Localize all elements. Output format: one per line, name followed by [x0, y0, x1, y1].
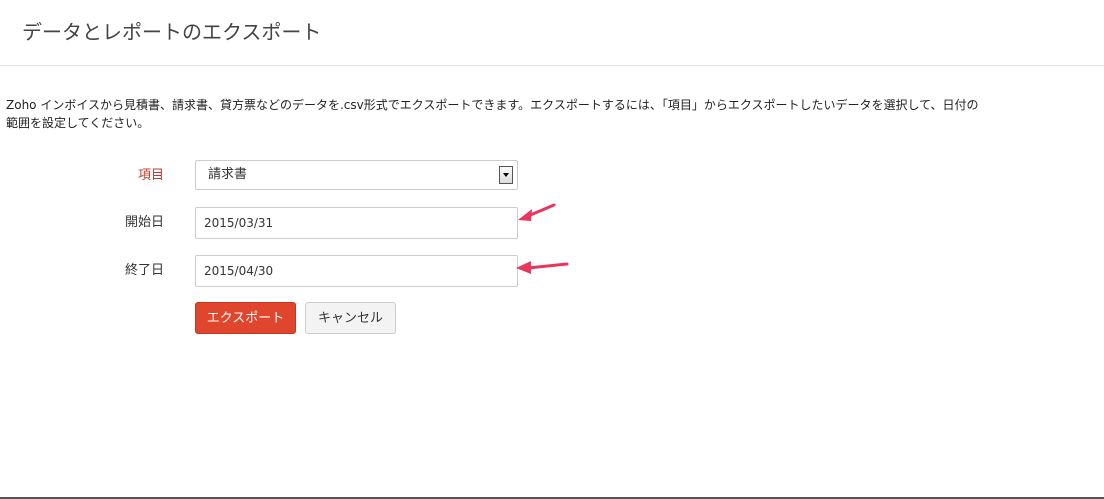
start-date-row: 開始日	[0, 203, 1104, 239]
description-line-2: 範囲を設定してください。	[6, 116, 150, 130]
cancel-button[interactable]: キャンセル	[305, 302, 396, 334]
chevron-down-icon[interactable]	[499, 166, 513, 184]
end-date-row: 終了日	[0, 255, 1104, 287]
page-header: データとレポートのエクスポート	[0, 0, 1104, 66]
end-date-label: 終了日	[124, 263, 164, 278]
item-select-value: 請求書	[208, 167, 248, 182]
export-description: Zoho インボイスから見積書、請求書、貸方票などのデータを.csv形式でエクス…	[6, 96, 1096, 132]
item-select[interactable]: 請求書	[195, 160, 518, 190]
item-label: 項目	[137, 168, 164, 183]
action-buttons: エクスポート キャンセル	[0, 302, 1104, 334]
description-line-1: Zoho インボイスから見積書、請求書、貸方票などのデータを.csv形式でエクス…	[6, 98, 979, 112]
start-date-input[interactable]	[195, 207, 518, 239]
end-date-input[interactable]	[195, 255, 518, 287]
export-page: データとレポートのエクスポート Zoho インボイスから見積書、請求書、貸方票な…	[0, 0, 1104, 499]
arrow-left-icon	[516, 261, 569, 274]
start-date-label: 開始日	[124, 215, 164, 230]
item-row: 項目 請求書	[0, 160, 1104, 192]
arrow-left-icon	[518, 203, 556, 221]
export-button[interactable]: エクスポート	[195, 302, 296, 334]
page-title: データとレポートのエクスポート	[22, 20, 322, 44]
